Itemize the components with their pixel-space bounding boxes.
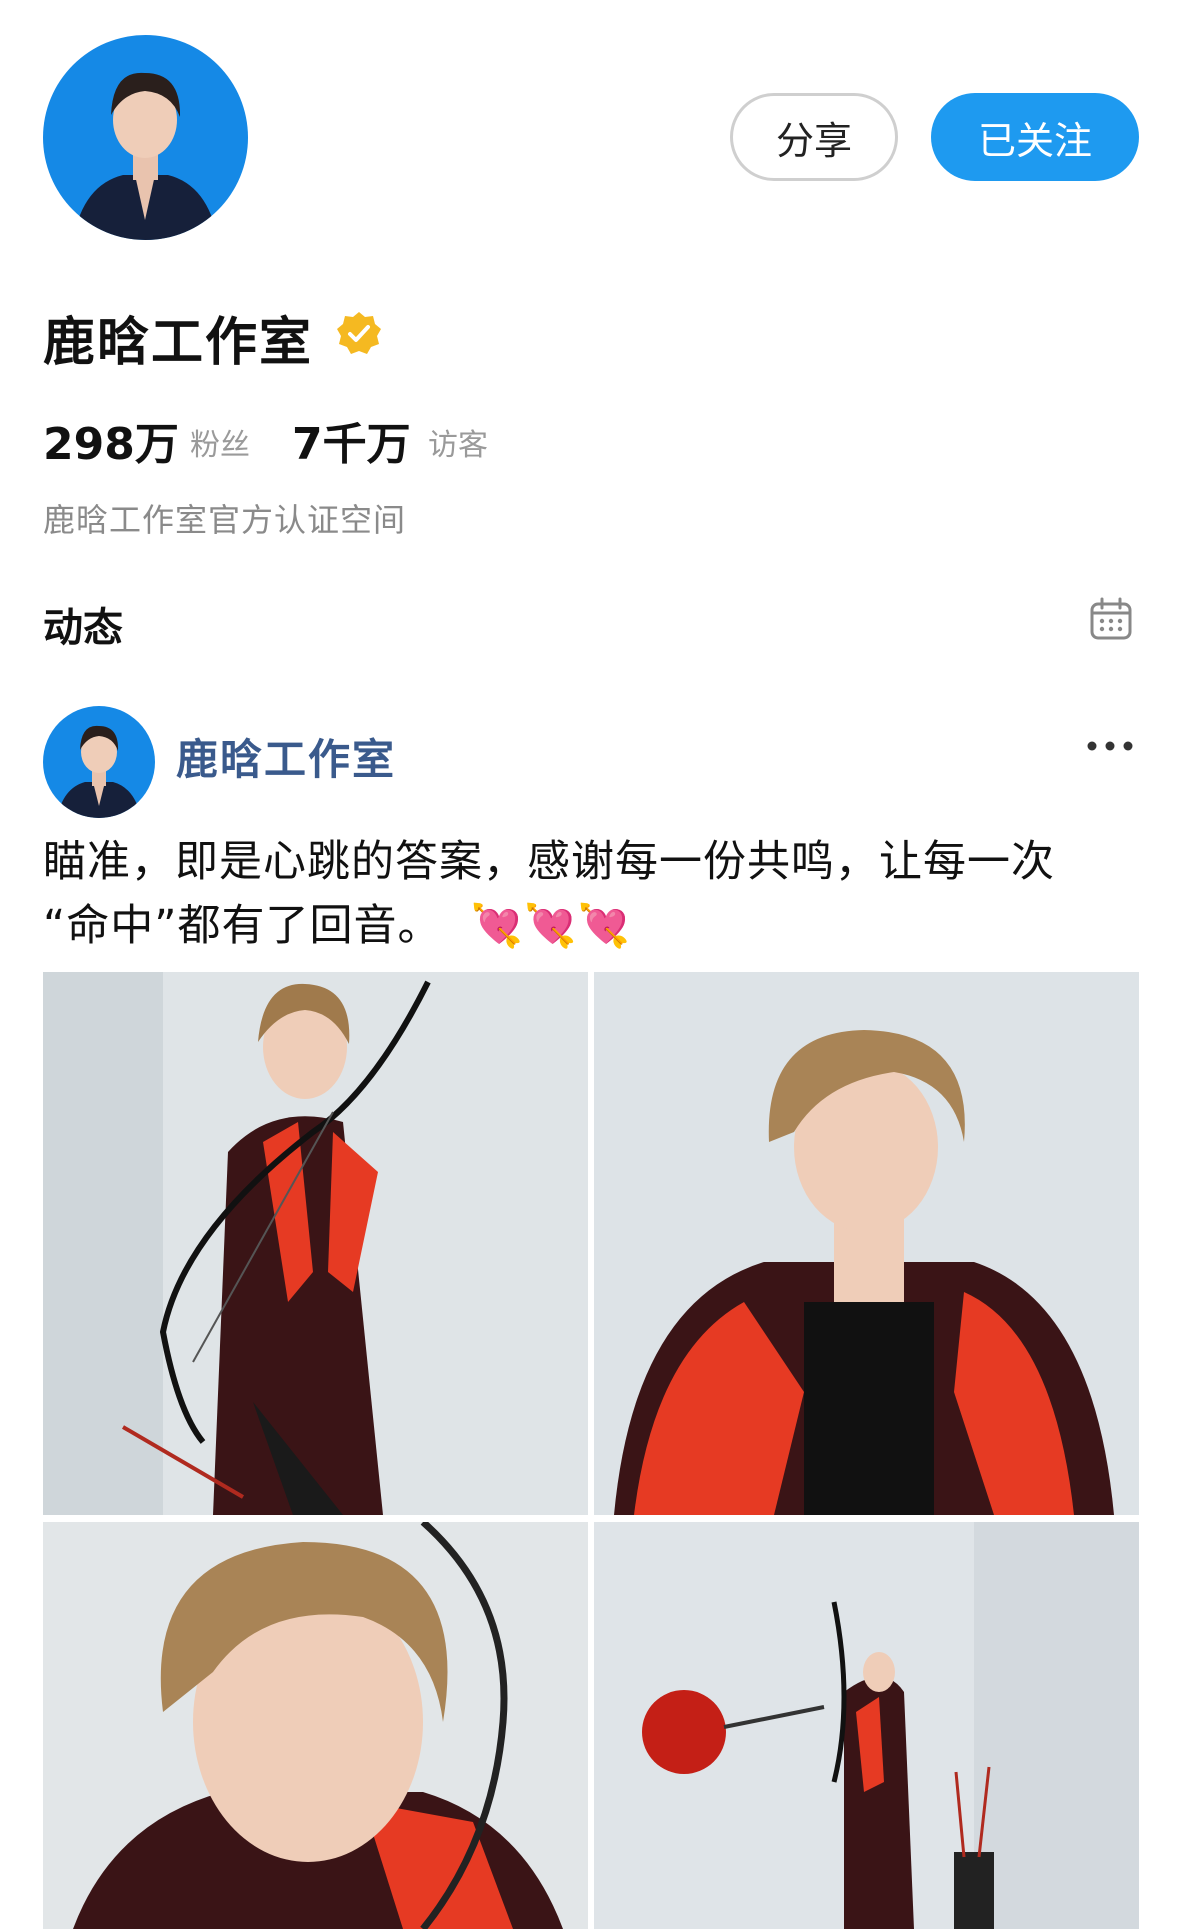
fans-count[interactable]: 298万	[43, 408, 179, 472]
visitors-count[interactable]: 7千万	[292, 408, 411, 472]
profile-avatar[interactable]	[43, 35, 248, 240]
profile-name: 鹿晗工作室	[43, 313, 314, 373]
profile-description: 鹿晗工作室官方认证空间	[43, 501, 407, 539]
post-text-line-1: 瞄准，即是心跳的答案，感谢每一份共鸣，让每一次	[43, 837, 1055, 887]
more-dots-icon[interactable]	[1085, 738, 1135, 752]
post-author-avatar[interactable]	[43, 706, 155, 818]
feed-section-title: 动态	[43, 605, 123, 651]
post-text: 瞄准，即是心跳的答案，感谢每一份共鸣，让每一次 “命中”都有了回音。 💘💘💘	[43, 830, 1143, 958]
heart-arrow-emojis: 💘💘💘	[470, 901, 631, 950]
post-text-line-2: “命中”都有了回音。 💘💘💘	[43, 901, 631, 951]
following-button[interactable]: 已关注	[931, 93, 1139, 181]
post-author-name[interactable]: 鹿晗工作室	[176, 726, 396, 787]
post-photo-4[interactable]	[594, 1522, 1139, 1929]
share-button[interactable]: 分享	[730, 93, 898, 181]
post-photo-2[interactable]	[594, 972, 1139, 1515]
verified-badge-icon	[335, 310, 383, 358]
fans-label: 粉丝	[190, 428, 250, 463]
post-photo-1[interactable]	[43, 972, 588, 1515]
visitors-label: 访客	[428, 428, 488, 463]
calendar-icon[interactable]	[1089, 597, 1133, 641]
post-photo-3[interactable]	[43, 1522, 588, 1929]
